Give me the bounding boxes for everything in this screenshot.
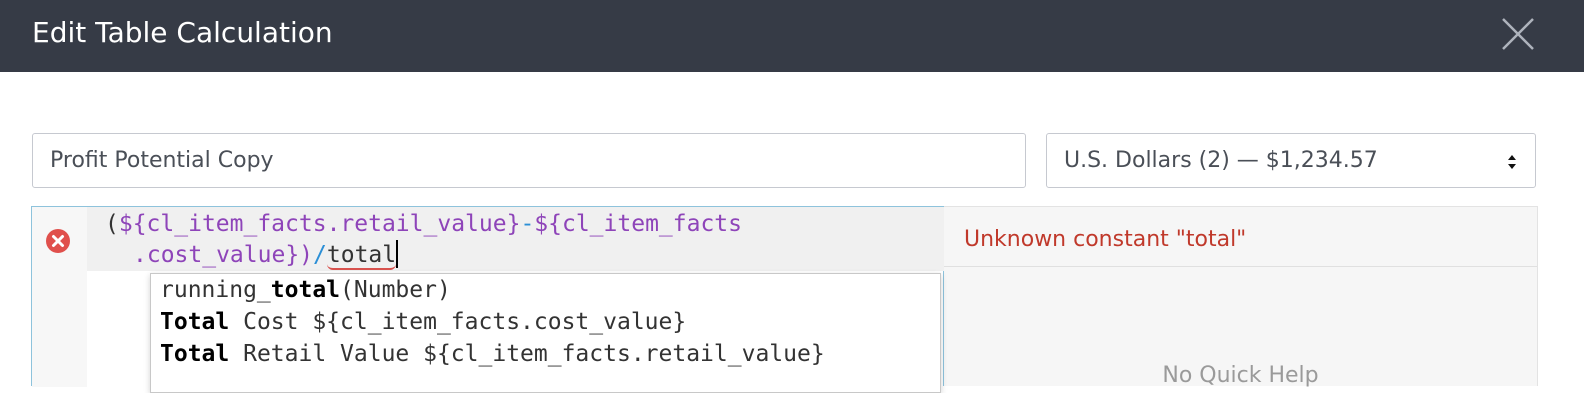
error-message: Unknown constant "total" <box>964 227 1247 252</box>
field-reference-retail-value: ${cl_item_facts.retail_value} <box>118 211 521 237</box>
quick-help-text: No Quick Help <box>1162 363 1319 388</box>
close-paren: ) <box>299 242 314 268</box>
autocomplete-item[interactable]: Total Cost ${cl_item_facts.cost_value} <box>160 307 930 339</box>
dialog-title: Edit Table Calculation <box>32 16 333 49</box>
error-token-total: total <box>326 242 397 270</box>
calculation-name-input[interactable] <box>32 133 1026 188</box>
minus-operator: - <box>520 211 535 237</box>
format-select-value: U.S. Dollars (2) — $1,234.57 <box>1064 148 1378 173</box>
divide-operator: / <box>313 242 327 268</box>
error-circle-x-icon <box>46 229 70 253</box>
field-reference-cost-value-start: ${cl_item_facts <box>534 211 743 237</box>
autocomplete-item-match: Total <box>160 341 230 367</box>
format-select[interactable]: U.S. Dollars (2) — $1,234.57 <box>1046 133 1536 188</box>
autocomplete-dropdown[interactable]: running_total(Number) Total Cost ${cl_it… <box>150 273 941 393</box>
autocomplete-item-match: total <box>270 277 341 303</box>
open-paren: ( <box>105 211 119 237</box>
autocomplete-item-rest: Cost ${cl_item_facts.cost_value} <box>229 309 687 335</box>
autocomplete-item[interactable]: running_total(Number) <box>160 275 930 307</box>
autocomplete-item[interactable]: Total Retail Value ${cl_item_facts.retai… <box>160 339 930 371</box>
autocomplete-item-prefix: running_ <box>160 277 271 303</box>
field-reference-cost-value-end: .cost_value} <box>133 242 300 268</box>
code-line-2: .cost_value})/total <box>133 240 399 270</box>
editor-gutter <box>32 207 87 387</box>
autocomplete-item-rest: Retail Value ${cl_item_facts.retail_valu… <box>229 341 825 367</box>
autocomplete-item-match: Total <box>160 309 230 335</box>
panel-divider <box>944 266 1537 267</box>
text-cursor <box>396 240 399 268</box>
code-line-1: (${cl_item_facts.retail_value}-${cl_item… <box>105 209 742 239</box>
autocomplete-item-rest: (Number) <box>340 277 451 303</box>
dialog-header: Edit Table Calculation <box>0 0 1584 72</box>
quick-help-panel: Unknown constant "total" No Quick Help <box>944 206 1538 388</box>
up-down-caret-icon <box>1508 155 1516 169</box>
close-icon[interactable] <box>1500 16 1536 52</box>
